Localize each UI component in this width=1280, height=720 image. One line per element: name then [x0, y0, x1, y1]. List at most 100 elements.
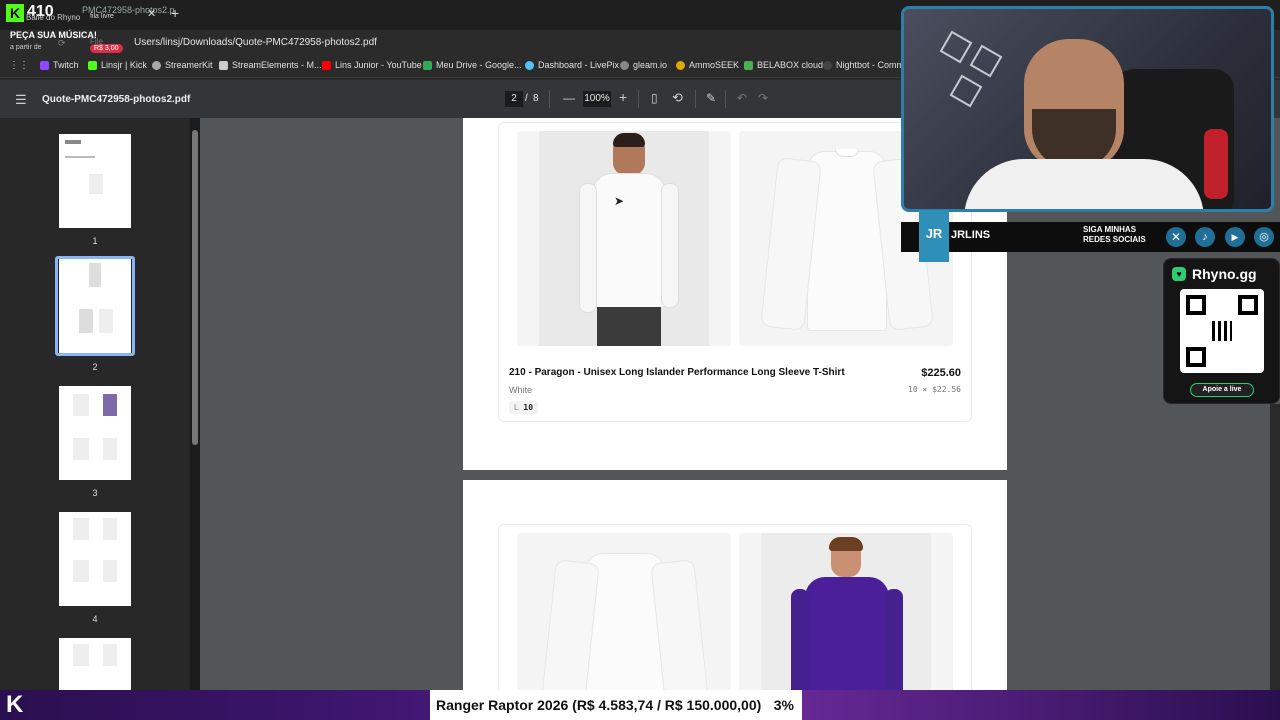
overlay-sub2: fila livre: [90, 13, 114, 20]
model-pants: [597, 307, 661, 346]
bookmark-twitch[interactable]: Twitch: [40, 60, 79, 70]
mouse-cursor-icon: ➤: [614, 194, 625, 208]
qr-finder: [1186, 295, 1206, 315]
zoom-out-icon[interactable]: —: [563, 91, 575, 105]
rhyno-qr-panel: ♥ Rhyno.gg Apoie a live: [1163, 258, 1280, 404]
menu-icon[interactable]: ☰: [15, 92, 27, 108]
thumbnail-label: 4: [92, 614, 98, 624]
youtube-icon: [322, 60, 331, 70]
thumb-photo: [103, 394, 117, 416]
toolbar-divider: [549, 90, 550, 108]
thumb-photo: [73, 644, 89, 666]
thumbnail-page-3[interactable]: [59, 386, 131, 480]
thumbnail-label: 1: [92, 236, 98, 246]
nightbot-icon: [823, 60, 832, 70]
thumb-photo: [89, 263, 101, 287]
zoom-input[interactable]: 100%: [583, 91, 611, 107]
thumbnail-page-4[interactable]: [59, 512, 131, 606]
size-qty-chip: L 10: [509, 401, 539, 414]
bookmark-gleam[interactable]: gleam.io: [620, 60, 667, 70]
thumb-photo: [103, 518, 117, 540]
bookmark-streamerkit[interactable]: StreamerKit: [152, 60, 213, 70]
twitch-icon: [40, 60, 49, 70]
pdf-filename: Quote-PMC472958-photos2.pdf: [42, 94, 191, 105]
youtube-icon[interactable]: ▶: [1225, 227, 1245, 247]
undo-icon[interactable]: ↶: [737, 91, 747, 105]
reload-icon[interactable]: ⟳: [58, 38, 66, 49]
ammoseek-icon: [676, 60, 685, 70]
donation-goal-bar: Ranger Raptor 2026 (R$ 4.583,74 / R$ 150…: [430, 690, 802, 720]
size-qty: 10: [523, 403, 534, 412]
brand-label: JRLINS: [951, 229, 991, 241]
close-tab-icon[interactable]: ✕: [147, 7, 156, 20]
toolbar-divider: [695, 90, 696, 108]
thumb-logo: [65, 140, 81, 144]
zoom-in-icon[interactable]: +: [619, 89, 627, 105]
instagram-icon[interactable]: ◎: [1254, 227, 1274, 247]
streamelements-icon: [219, 60, 228, 70]
model-shirt: [592, 173, 666, 308]
bookmark-youtube[interactable]: Lins Junior - YouTube: [322, 60, 422, 70]
thumb-photo: [73, 518, 89, 540]
streamer-shirt: [964, 159, 1204, 209]
thumbnail-page-2[interactable]: [59, 259, 131, 353]
annotate-icon[interactable]: ✎: [706, 91, 716, 105]
heart-icon: ♥: [1172, 267, 1186, 281]
sidebar-scrollbar[interactable]: [190, 118, 200, 690]
goal-percent: 3%: [773, 697, 794, 713]
bookmark-google-drive[interactable]: Meu Drive - Google...: [423, 60, 522, 70]
jrlins-logo: JR: [919, 210, 949, 262]
bookmark-livepix[interactable]: Dashboard - LivePix: [525, 60, 619, 70]
thumbnail-sidebar: 1 2 3 4: [0, 118, 200, 690]
model-hair: [829, 537, 863, 551]
streamerkit-icon: [152, 60, 161, 70]
product-photo-model: [517, 131, 731, 346]
tiktok-icon[interactable]: ♪: [1195, 227, 1215, 247]
thumbnail-page-5[interactable]: [59, 638, 131, 690]
gleam-icon: [620, 60, 629, 70]
thumbnail-page-1[interactable]: [59, 134, 131, 228]
scrollbar-thumb[interactable]: [192, 130, 198, 445]
new-tab-icon[interactable]: +: [171, 5, 179, 21]
support-live-button[interactable]: Apoie a live: [1190, 383, 1254, 397]
qr-finder: [1238, 295, 1258, 315]
toolbar-divider: [638, 90, 639, 108]
kick-icon: [88, 60, 97, 70]
kick-logo-icon: K: [6, 691, 24, 718]
social-callout: SIGA MINHAS REDES SOCIAIS: [1083, 225, 1146, 245]
url-input[interactable]: Users/linsj/Downloads/Quote-PMC472958-ph…: [134, 37, 377, 48]
bookmark-nightbot[interactable]: Nightbot - Comm: [823, 60, 904, 70]
thumbnail-label: 2: [92, 362, 98, 372]
document-scrollbar[interactable]: [1270, 404, 1280, 690]
thumb-photo: [73, 438, 89, 460]
overlay-sub1: Baile do Rhyno: [26, 13, 81, 22]
bookmark-kick[interactable]: Linsjr | Kick: [88, 60, 147, 70]
thumb-photo: [73, 394, 89, 416]
qr-finder: [1186, 347, 1206, 367]
page-number-input[interactable]: 2: [505, 91, 523, 107]
page-total: 8: [533, 93, 539, 104]
product-title: 210 - Paragon - Unisex Long Islander Per…: [509, 367, 845, 378]
thumb-photo: [103, 560, 117, 582]
model-right-sleeve: [885, 589, 903, 690]
size-label: L: [514, 403, 519, 412]
bookmark-belabox[interactable]: BELABOX cloud: [744, 60, 823, 70]
model-left-sleeve: [579, 183, 597, 313]
x-twitter-icon[interactable]: ✕: [1166, 227, 1186, 247]
apps-grid-icon[interactable]: ⋮⋮: [9, 60, 29, 71]
google-drive-icon: [423, 60, 432, 70]
product-total: $225.60: [921, 367, 961, 379]
chair-accent: [1204, 129, 1228, 199]
song-request-title: PEÇA SUA MÚSICA!: [10, 30, 97, 40]
thumb-photo: [79, 309, 93, 333]
redo-icon[interactable]: ↷: [758, 91, 768, 105]
model-right-sleeve: [661, 183, 679, 308]
rotate-icon[interactable]: ⟲: [672, 90, 683, 106]
fit-page-icon[interactable]: ▯: [651, 91, 658, 105]
bookmark-streamelements[interactable]: StreamElements - M...: [219, 60, 322, 70]
toolbar-divider: [725, 90, 726, 108]
qr-code: [1180, 289, 1264, 373]
thumb-text-line: [65, 156, 95, 158]
social-callout-line2: REDES SOCIAIS: [1083, 235, 1146, 244]
bookmark-ammoseek[interactable]: AmmoSEEK: [676, 60, 739, 70]
